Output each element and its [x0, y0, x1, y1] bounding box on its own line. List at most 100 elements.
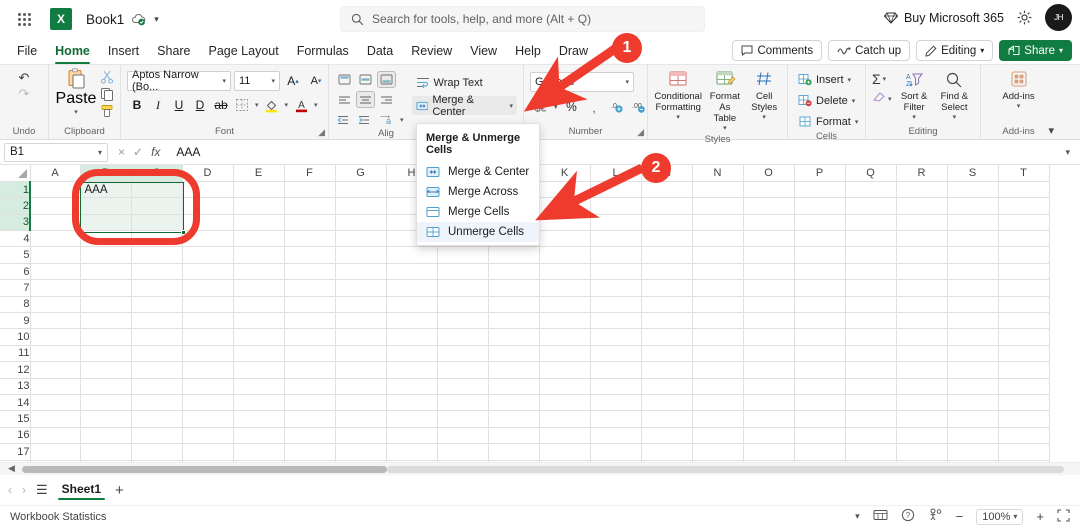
cell-f11[interactable] [284, 345, 335, 361]
row-header-16[interactable]: 16 [0, 427, 30, 443]
cell-d6[interactable] [182, 263, 233, 279]
cell-o10[interactable] [743, 329, 794, 345]
column-header-l[interactable]: L [590, 165, 641, 181]
formula-bar-expand-icon[interactable]: ▾ [1065, 147, 1076, 158]
cell-j15[interactable] [488, 411, 539, 427]
cell-g7[interactable] [335, 280, 386, 296]
column-header-t[interactable]: T [998, 165, 1049, 181]
menu-item-unmerge-cells[interactable]: Unmerge Cells [417, 222, 539, 242]
conditional-formatting-button[interactable]: Conditional Formatting ▾ [654, 68, 702, 123]
cell-l1[interactable] [590, 181, 641, 197]
cell-e9[interactable] [233, 313, 284, 329]
cell-r4[interactable] [896, 231, 947, 247]
cell-f4[interactable] [284, 231, 335, 247]
cell-q5[interactable] [845, 247, 896, 263]
cell-e8[interactable] [233, 296, 284, 312]
cell-b1[interactable]: AAA [80, 181, 131, 197]
cell-h12[interactable] [386, 362, 437, 378]
cell-e14[interactable] [233, 394, 284, 410]
cell-b11[interactable] [80, 345, 131, 361]
cell-a17[interactable] [30, 444, 80, 460]
cell-l11[interactable] [590, 345, 641, 361]
cell-o8[interactable] [743, 296, 794, 312]
cell-l6[interactable] [590, 263, 641, 279]
cell-n10[interactable] [692, 329, 743, 345]
cell-k16[interactable] [539, 427, 590, 443]
cell-e2[interactable] [233, 198, 284, 214]
column-header-r[interactable]: R [896, 165, 947, 181]
cell-d12[interactable] [182, 362, 233, 378]
cell-c7[interactable] [131, 280, 182, 296]
cell-a14[interactable] [30, 394, 80, 410]
cell-k1[interactable] [539, 181, 590, 197]
column-header-q[interactable]: Q [845, 165, 896, 181]
cell-h10[interactable] [386, 329, 437, 345]
cell-c16[interactable] [131, 427, 182, 443]
settings-gear-icon[interactable] [1016, 9, 1033, 26]
cell-k9[interactable] [539, 313, 590, 329]
cell-l2[interactable] [590, 198, 641, 214]
cell-h14[interactable] [386, 394, 437, 410]
cell-l8[interactable] [590, 296, 641, 312]
column-header-c[interactable]: C [131, 165, 182, 181]
cell-a9[interactable] [30, 313, 80, 329]
align-center-icon[interactable] [356, 91, 375, 108]
zoom-level-control[interactable]: 100% ▾ [976, 509, 1023, 525]
row-header-4[interactable]: 4 [0, 231, 30, 247]
next-sheet-button[interactable]: › [22, 483, 26, 497]
cell-q1[interactable] [845, 181, 896, 197]
cell-a3[interactable] [30, 214, 80, 230]
cell-m7[interactable] [641, 280, 692, 296]
cell-d9[interactable] [182, 313, 233, 329]
cell-o2[interactable] [743, 198, 794, 214]
cell-q9[interactable] [845, 313, 896, 329]
cell-d16[interactable] [182, 427, 233, 443]
cell-t4[interactable] [998, 231, 1049, 247]
document-title[interactable]: Book1 [86, 12, 124, 27]
column-header-d[interactable]: D [182, 165, 233, 181]
cell-a7[interactable] [30, 280, 80, 296]
tab-draw[interactable]: Draw [550, 42, 597, 60]
cell-g16[interactable] [335, 427, 386, 443]
cell-a1[interactable] [30, 181, 80, 197]
row-header-10[interactable]: 10 [0, 329, 30, 345]
paste-chevron-down-icon[interactable]: ▾ [74, 108, 78, 116]
cell-b12[interactable] [80, 362, 131, 378]
tab-review[interactable]: Review [402, 42, 461, 60]
cell-q6[interactable] [845, 263, 896, 279]
cell-o3[interactable] [743, 214, 794, 230]
cell-f17[interactable] [284, 444, 335, 460]
double-underline-button[interactable]: D [190, 95, 210, 115]
cell-i14[interactable] [437, 394, 488, 410]
decrease-font-size-button[interactable]: A▾ [306, 71, 326, 91]
formula-cancel-icon[interactable]: × [118, 145, 125, 159]
row-header-11[interactable]: 11 [0, 345, 30, 361]
status-chevron-down-icon[interactable]: ▾ [855, 511, 860, 522]
row-header-6[interactable]: 6 [0, 263, 30, 279]
cell-a11[interactable] [30, 345, 80, 361]
cell-k6[interactable] [539, 263, 590, 279]
cell-f6[interactable] [284, 263, 335, 279]
tab-file[interactable]: File [8, 42, 46, 60]
cell-j7[interactable] [488, 280, 539, 296]
cell-l7[interactable] [590, 280, 641, 296]
cell-p5[interactable] [794, 247, 845, 263]
cell-h11[interactable] [386, 345, 437, 361]
cell-t14[interactable] [998, 394, 1049, 410]
cell-h16[interactable] [386, 427, 437, 443]
cell-c12[interactable] [131, 362, 182, 378]
cell-f7[interactable] [284, 280, 335, 296]
cell-e13[interactable] [233, 378, 284, 394]
cell-c10[interactable] [131, 329, 182, 345]
cell-k17[interactable] [539, 444, 590, 460]
zoom-in-button[interactable]: + [1036, 509, 1044, 524]
cell-o5[interactable] [743, 247, 794, 263]
cell-d13[interactable] [182, 378, 233, 394]
cell-o15[interactable] [743, 411, 794, 427]
cell-r6[interactable] [896, 263, 947, 279]
row-header-12[interactable]: 12 [0, 362, 30, 378]
cell-n8[interactable] [692, 296, 743, 312]
cell-h17[interactable] [386, 444, 437, 460]
accounting-chevron-down-icon[interactable]: ▾ [552, 103, 560, 111]
cell-e6[interactable] [233, 263, 284, 279]
